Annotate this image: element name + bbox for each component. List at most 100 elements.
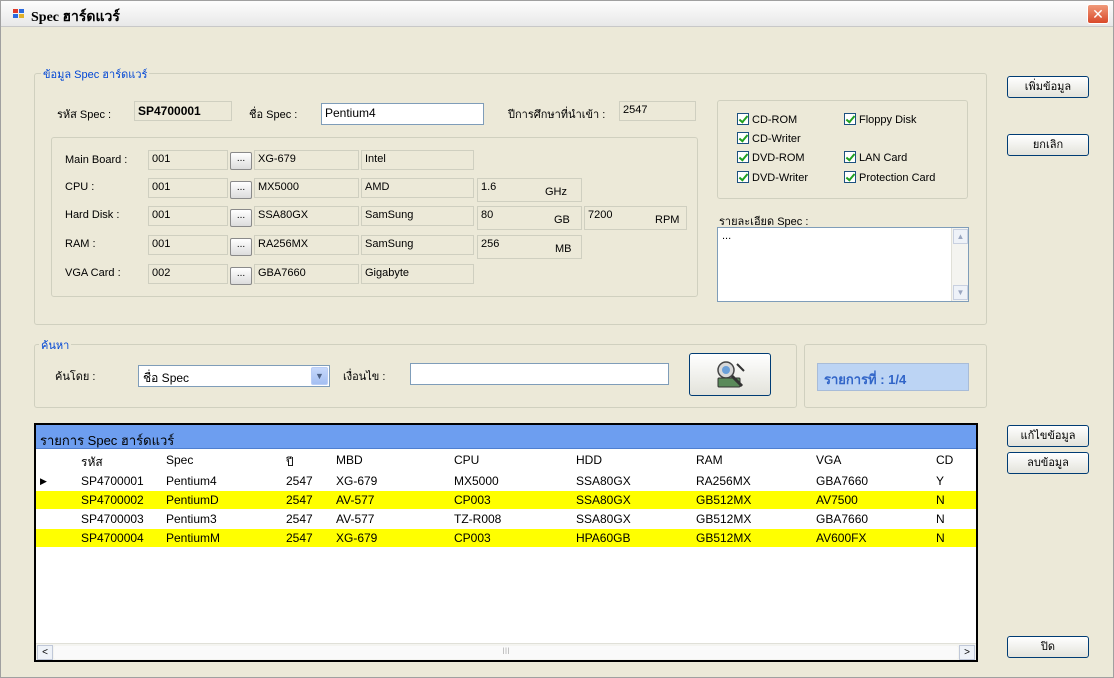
- mainboard-model: XG-679: [254, 150, 359, 170]
- harddisk-brand: SamSung: [361, 206, 474, 226]
- floppy-label: Floppy Disk: [859, 114, 917, 126]
- checkbox-checked-icon: [737, 132, 749, 144]
- cell-ram: RA256MX: [696, 474, 751, 488]
- mainboard-browse-button[interactable]: ...: [230, 152, 252, 170]
- spec-grid[interactable]: รายการ Spec ฮาร์ดแวร์ รหัส Spec ปี MBD C…: [34, 423, 978, 662]
- harddisk-size-value: 80: [481, 209, 494, 221]
- dvd-rom-checkbox[interactable]: DVD-ROM: [737, 151, 805, 164]
- cell-vga: GBA7660: [816, 512, 869, 526]
- cd-writer-checkbox[interactable]: CD-Writer: [737, 132, 801, 145]
- ram-size-unit: MB: [555, 243, 572, 255]
- cd-rom-checkbox[interactable]: CD-ROM: [737, 113, 797, 126]
- spec-name-label: ชื่อ Spec :: [249, 109, 298, 121]
- ram-code: 001: [148, 235, 228, 255]
- cpu-size: 1.6 GHz: [477, 178, 582, 202]
- lan-card-checkbox[interactable]: LAN Card: [844, 151, 907, 164]
- harddisk-label: Hard Disk :: [65, 209, 120, 221]
- close-button[interactable]: ปิด: [1007, 636, 1089, 658]
- harddisk-size-unit: GB: [554, 214, 570, 226]
- condition-label: เงื่อนไข :: [343, 371, 386, 383]
- cd-writer-label: CD-Writer: [752, 133, 801, 145]
- cell-code: SP4700002: [81, 493, 144, 507]
- grid-horizontal-scrollbar[interactable]: < III >: [36, 643, 976, 660]
- chevron-down-icon[interactable]: ▼: [311, 367, 328, 385]
- cell-vga: AV7500: [816, 493, 858, 507]
- harddisk-size: 80 GB: [477, 206, 582, 230]
- cell-hdd: SSA80GX: [576, 493, 631, 507]
- app-icon: [13, 9, 25, 19]
- scroll-right-icon[interactable]: >: [959, 645, 975, 660]
- cell-spec: Pentium3: [166, 512, 217, 526]
- search-button[interactable]: [689, 353, 771, 396]
- lan-card-label: LAN Card: [859, 152, 908, 164]
- mainboard-brand: Intel: [361, 150, 474, 170]
- cancel-button[interactable]: ยกเลิก: [1007, 134, 1089, 156]
- table-row[interactable]: SP4700002 PentiumD 2547 AV-577 CP003 SSA…: [36, 491, 976, 509]
- detail-textarea[interactable]: ... ▲ ▼: [717, 227, 969, 302]
- vga-brand: Gigabyte: [361, 264, 474, 284]
- scroll-thumb[interactable]: III: [54, 646, 958, 659]
- detail-scrollbar[interactable]: ▲ ▼: [951, 228, 968, 301]
- ram-model: RA256MX: [254, 235, 359, 255]
- column-header-ram[interactable]: RAM: [696, 453, 723, 467]
- close-window-button[interactable]: ✕: [1087, 4, 1109, 24]
- column-header-year[interactable]: ปี: [286, 453, 294, 472]
- column-header-spec[interactable]: Spec: [166, 453, 193, 467]
- condition-input[interactable]: [410, 363, 669, 385]
- delete-button[interactable]: ลบข้อมูล: [1007, 452, 1089, 474]
- ram-browse-button[interactable]: ...: [230, 238, 252, 256]
- harddisk-browse-button[interactable]: ...: [230, 209, 252, 227]
- column-header-code[interactable]: รหัส: [81, 453, 103, 472]
- scroll-down-icon[interactable]: ▼: [953, 285, 968, 300]
- dvd-writer-checkbox[interactable]: DVD-Writer: [737, 171, 808, 184]
- search-by-value: ชื่อ Spec: [143, 371, 190, 385]
- column-header-cd[interactable]: CD: [936, 453, 953, 467]
- edit-button[interactable]: แก้ไขข้อมูล: [1007, 425, 1089, 447]
- search-tool-icon: [717, 361, 745, 388]
- column-header-hdd[interactable]: HDD: [576, 453, 602, 467]
- cell-spec: Pentium4: [166, 474, 217, 488]
- column-header-mbd[interactable]: MBD: [336, 453, 363, 467]
- protection-card-checkbox[interactable]: Protection Card: [844, 171, 935, 184]
- vga-label: VGA Card :: [65, 267, 121, 279]
- vga-code: 002: [148, 264, 228, 284]
- search-by-label: ค้นโดย :: [55, 371, 96, 383]
- scroll-up-icon[interactable]: ▲: [953, 229, 968, 244]
- search-by-select[interactable]: ชื่อ Spec ▼: [138, 365, 330, 387]
- cpu-label: CPU :: [65, 181, 95, 193]
- cell-ram: GB512MX: [696, 512, 752, 526]
- table-row[interactable]: SP4700003 Pentium3 2547 AV-577 TZ-R008 S…: [36, 510, 976, 528]
- cpu-code: 001: [148, 178, 228, 198]
- checkbox-checked-icon: [844, 113, 856, 125]
- cpu-brand: AMD: [361, 178, 474, 198]
- ram-label: RAM :: [65, 238, 96, 250]
- table-row[interactable]: ▶ SP4700001 Pentium4 2547 XG-679 MX5000 …: [36, 472, 976, 490]
- scroll-left-icon[interactable]: <: [37, 645, 53, 660]
- add-button[interactable]: เพิ่มข้อมูล: [1007, 76, 1089, 98]
- ram-size: 256 MB: [477, 235, 582, 259]
- checkbox-checked-icon: [844, 171, 856, 183]
- cell-cpu: MX5000: [454, 474, 499, 488]
- dvd-writer-label: DVD-Writer: [752, 172, 809, 184]
- detail-text: ...: [722, 230, 732, 242]
- cell-year: 2547: [286, 531, 313, 545]
- cell-cpu: CP003: [454, 531, 491, 545]
- cell-year: 2547: [286, 512, 313, 526]
- vga-browse-button[interactable]: ...: [230, 267, 252, 285]
- spec-name-input[interactable]: Pentium4: [321, 103, 484, 125]
- ram-size-value: 256: [481, 238, 500, 250]
- column-header-vga[interactable]: VGA: [816, 453, 841, 467]
- table-row[interactable]: SP4700004 PentiumM 2547 XG-679 CP003 HPA…: [36, 529, 976, 547]
- cpu-browse-button[interactable]: ...: [230, 181, 252, 199]
- column-header-cpu[interactable]: CPU: [454, 453, 479, 467]
- protection-card-label: Protection Card: [859, 172, 936, 184]
- grid-caption: รายการ Spec ฮาร์ดแวร์: [36, 425, 976, 449]
- checkbox-checked-icon: [737, 113, 749, 125]
- spec-hardware-window: Spec ฮาร์ดแวร์ ✕ ข้อมูล Spec ฮาร์ดแวร์ ร…: [0, 0, 1114, 678]
- spec-info-legend: ข้อมูล Spec ฮาร์ดแวร์: [41, 65, 150, 83]
- cpu-speed-value: 1.6: [481, 181, 497, 193]
- floppy-checkbox[interactable]: Floppy Disk: [844, 113, 916, 126]
- cell-code: SP4700001: [81, 474, 144, 488]
- title-bar[interactable]: Spec ฮาร์ดแวร์ ✕: [1, 1, 1113, 27]
- cell-code: SP4700004: [81, 531, 144, 545]
